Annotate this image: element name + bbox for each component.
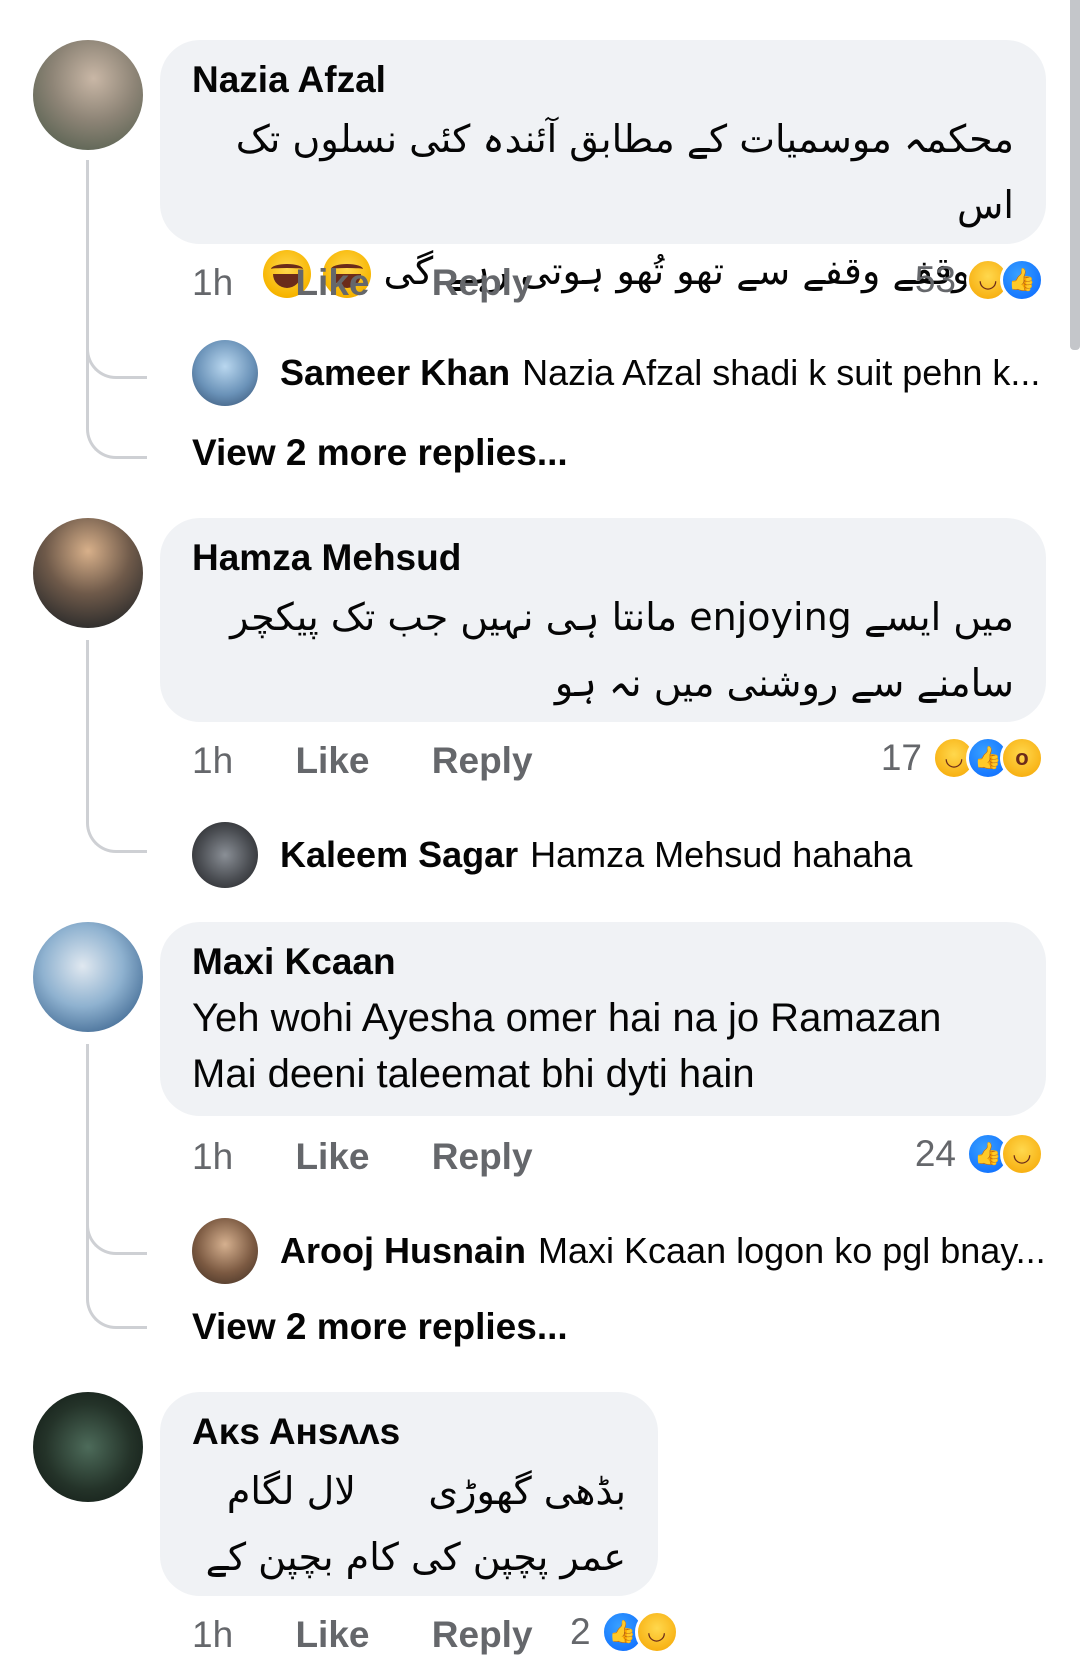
reply-text: Maxi Kcaan logon ko pgl bnay... [538, 1230, 1046, 1271]
reply-button[interactable]: Reply [432, 740, 533, 781]
comment-actions: 1h Like Reply [192, 1136, 585, 1178]
reply-button[interactable]: Reply [432, 1136, 533, 1177]
view-more-replies-link[interactable]: View 2 more replies... [192, 1306, 568, 1348]
reaction-summary[interactable]: 53 ◡ 👍 [915, 258, 1044, 302]
like-reaction-icon: 👍 [1000, 258, 1044, 302]
comment-author[interactable]: Aᴋs Aʜsᴧᴧs [192, 1410, 626, 1454]
reply-button[interactable]: Reply [432, 1614, 533, 1655]
reply-preview[interactable]: Sameer Khan Nazia Afzal shadi k suit pehn… [280, 352, 1040, 394]
comment-text-line: بڈھی گھوڑی لال لگام [226, 1469, 626, 1513]
reply-preview[interactable]: Kaleem Sagar Hamza Mehsud hahaha [280, 834, 912, 876]
comment-time[interactable]: 1h [192, 1136, 233, 1177]
wow-reaction-icon: o [1000, 736, 1044, 780]
comment-text-line: محکمہ موسمیات کے مطابق آئندہ کئی نسلوں ت… [235, 117, 1014, 227]
comment-text: بڈھی گھوڑی لال لگام عمر پچپن کی کام بچپن… [192, 1458, 626, 1590]
like-button[interactable]: Like [295, 1614, 369, 1655]
comment-bubble: Hamza Mehsud میں ایسے enjoying مانتا ہی … [160, 518, 1046, 722]
like-button[interactable]: Like [295, 740, 369, 781]
like-button[interactable]: Like [295, 1136, 369, 1177]
avatar[interactable] [33, 922, 143, 1032]
comment-time[interactable]: 1h [192, 1614, 233, 1655]
comment-text-line: میں ایسے enjoying مانتا ہی نہیں جب تک پی… [230, 595, 1014, 639]
comment-author[interactable]: Maxi Kcaan [192, 940, 1014, 984]
reaction-count: 53 [914, 259, 956, 300]
thread-connector [86, 640, 147, 853]
comment-author[interactable]: Nazia Afzal [192, 58, 1014, 102]
haha-reaction-icon: ◡ [1000, 1132, 1044, 1176]
haha-reaction-icon: ◡ [634, 1610, 679, 1654]
reaction-summary[interactable]: 24 👍 ◡ [915, 1132, 1044, 1176]
avatar[interactable] [192, 340, 258, 406]
reply-text: Nazia Afzal shadi k suit pehn k... [522, 352, 1041, 393]
comment-time[interactable]: 1h [192, 740, 233, 781]
comment-actions: 1h Like Reply [192, 262, 585, 304]
reply-author[interactable]: Kaleem Sagar [280, 834, 518, 875]
comment-bubble: Nazia Afzal محکمہ موسمیات کے مطابق آئندہ… [160, 40, 1046, 298]
avatar[interactable] [33, 518, 143, 628]
reaction-summary[interactable]: 17 ◡ 👍 o [881, 736, 1044, 780]
comment-actions: 1h Like Reply [192, 740, 585, 782]
reply-preview[interactable]: Arooj Husnain Maxi Kcaan logon ko pgl bna… [280, 1230, 1046, 1272]
comment-text-line: سامنے سے روشنی میں نہ ہو [554, 661, 1014, 705]
comment-bubble: Maxi Kcaan Yeh wohi Ayesha omer hai na j… [160, 922, 1046, 1116]
reaction-count: 17 [880, 737, 922, 778]
avatar[interactable] [192, 822, 258, 888]
comment-actions: 1h Like Reply [192, 1614, 585, 1656]
comment-text: Yeh wohi Ayesha omer hai na jo Ramazan M… [192, 990, 1014, 1102]
reply-button[interactable]: Reply [432, 262, 533, 303]
thread-connector [86, 1044, 147, 1329]
comment-text-line: Yeh wohi Ayesha omer hai na jo Ramazan [192, 996, 942, 1040]
thread-connector [86, 160, 147, 459]
like-button[interactable]: Like [295, 262, 369, 303]
avatar[interactable] [192, 1218, 258, 1284]
reaction-summary[interactable]: 2 👍 ◡ [570, 1610, 679, 1654]
reply-author[interactable]: Sameer Khan [280, 352, 510, 393]
comment-text: میں ایسے enjoying مانتا ہی نہیں جب تک پی… [192, 584, 1014, 716]
scrollbar[interactable] [1070, 0, 1080, 350]
comment-text-line: Mai deeni taleemat bhi dyti hain [192, 1052, 755, 1096]
reply-text: Hamza Mehsud hahaha [530, 834, 913, 875]
comment-author[interactable]: Hamza Mehsud [192, 536, 1014, 580]
view-more-replies-link[interactable]: View 2 more replies... [192, 432, 568, 474]
avatar[interactable] [33, 1392, 143, 1502]
comment-bubble: Aᴋs Aʜsᴧᴧs بڈھی گھوڑی لال لگام عمر پچپن … [160, 1392, 658, 1596]
reaction-count: 24 [914, 1133, 956, 1174]
comment-text-line: عمر پچپن کی کام بچپن کے [205, 1535, 626, 1579]
reaction-count: 2 [570, 1611, 591, 1652]
comment-time[interactable]: 1h [192, 262, 233, 303]
reply-author[interactable]: Arooj Husnain [280, 1230, 526, 1271]
avatar[interactable] [33, 40, 143, 150]
